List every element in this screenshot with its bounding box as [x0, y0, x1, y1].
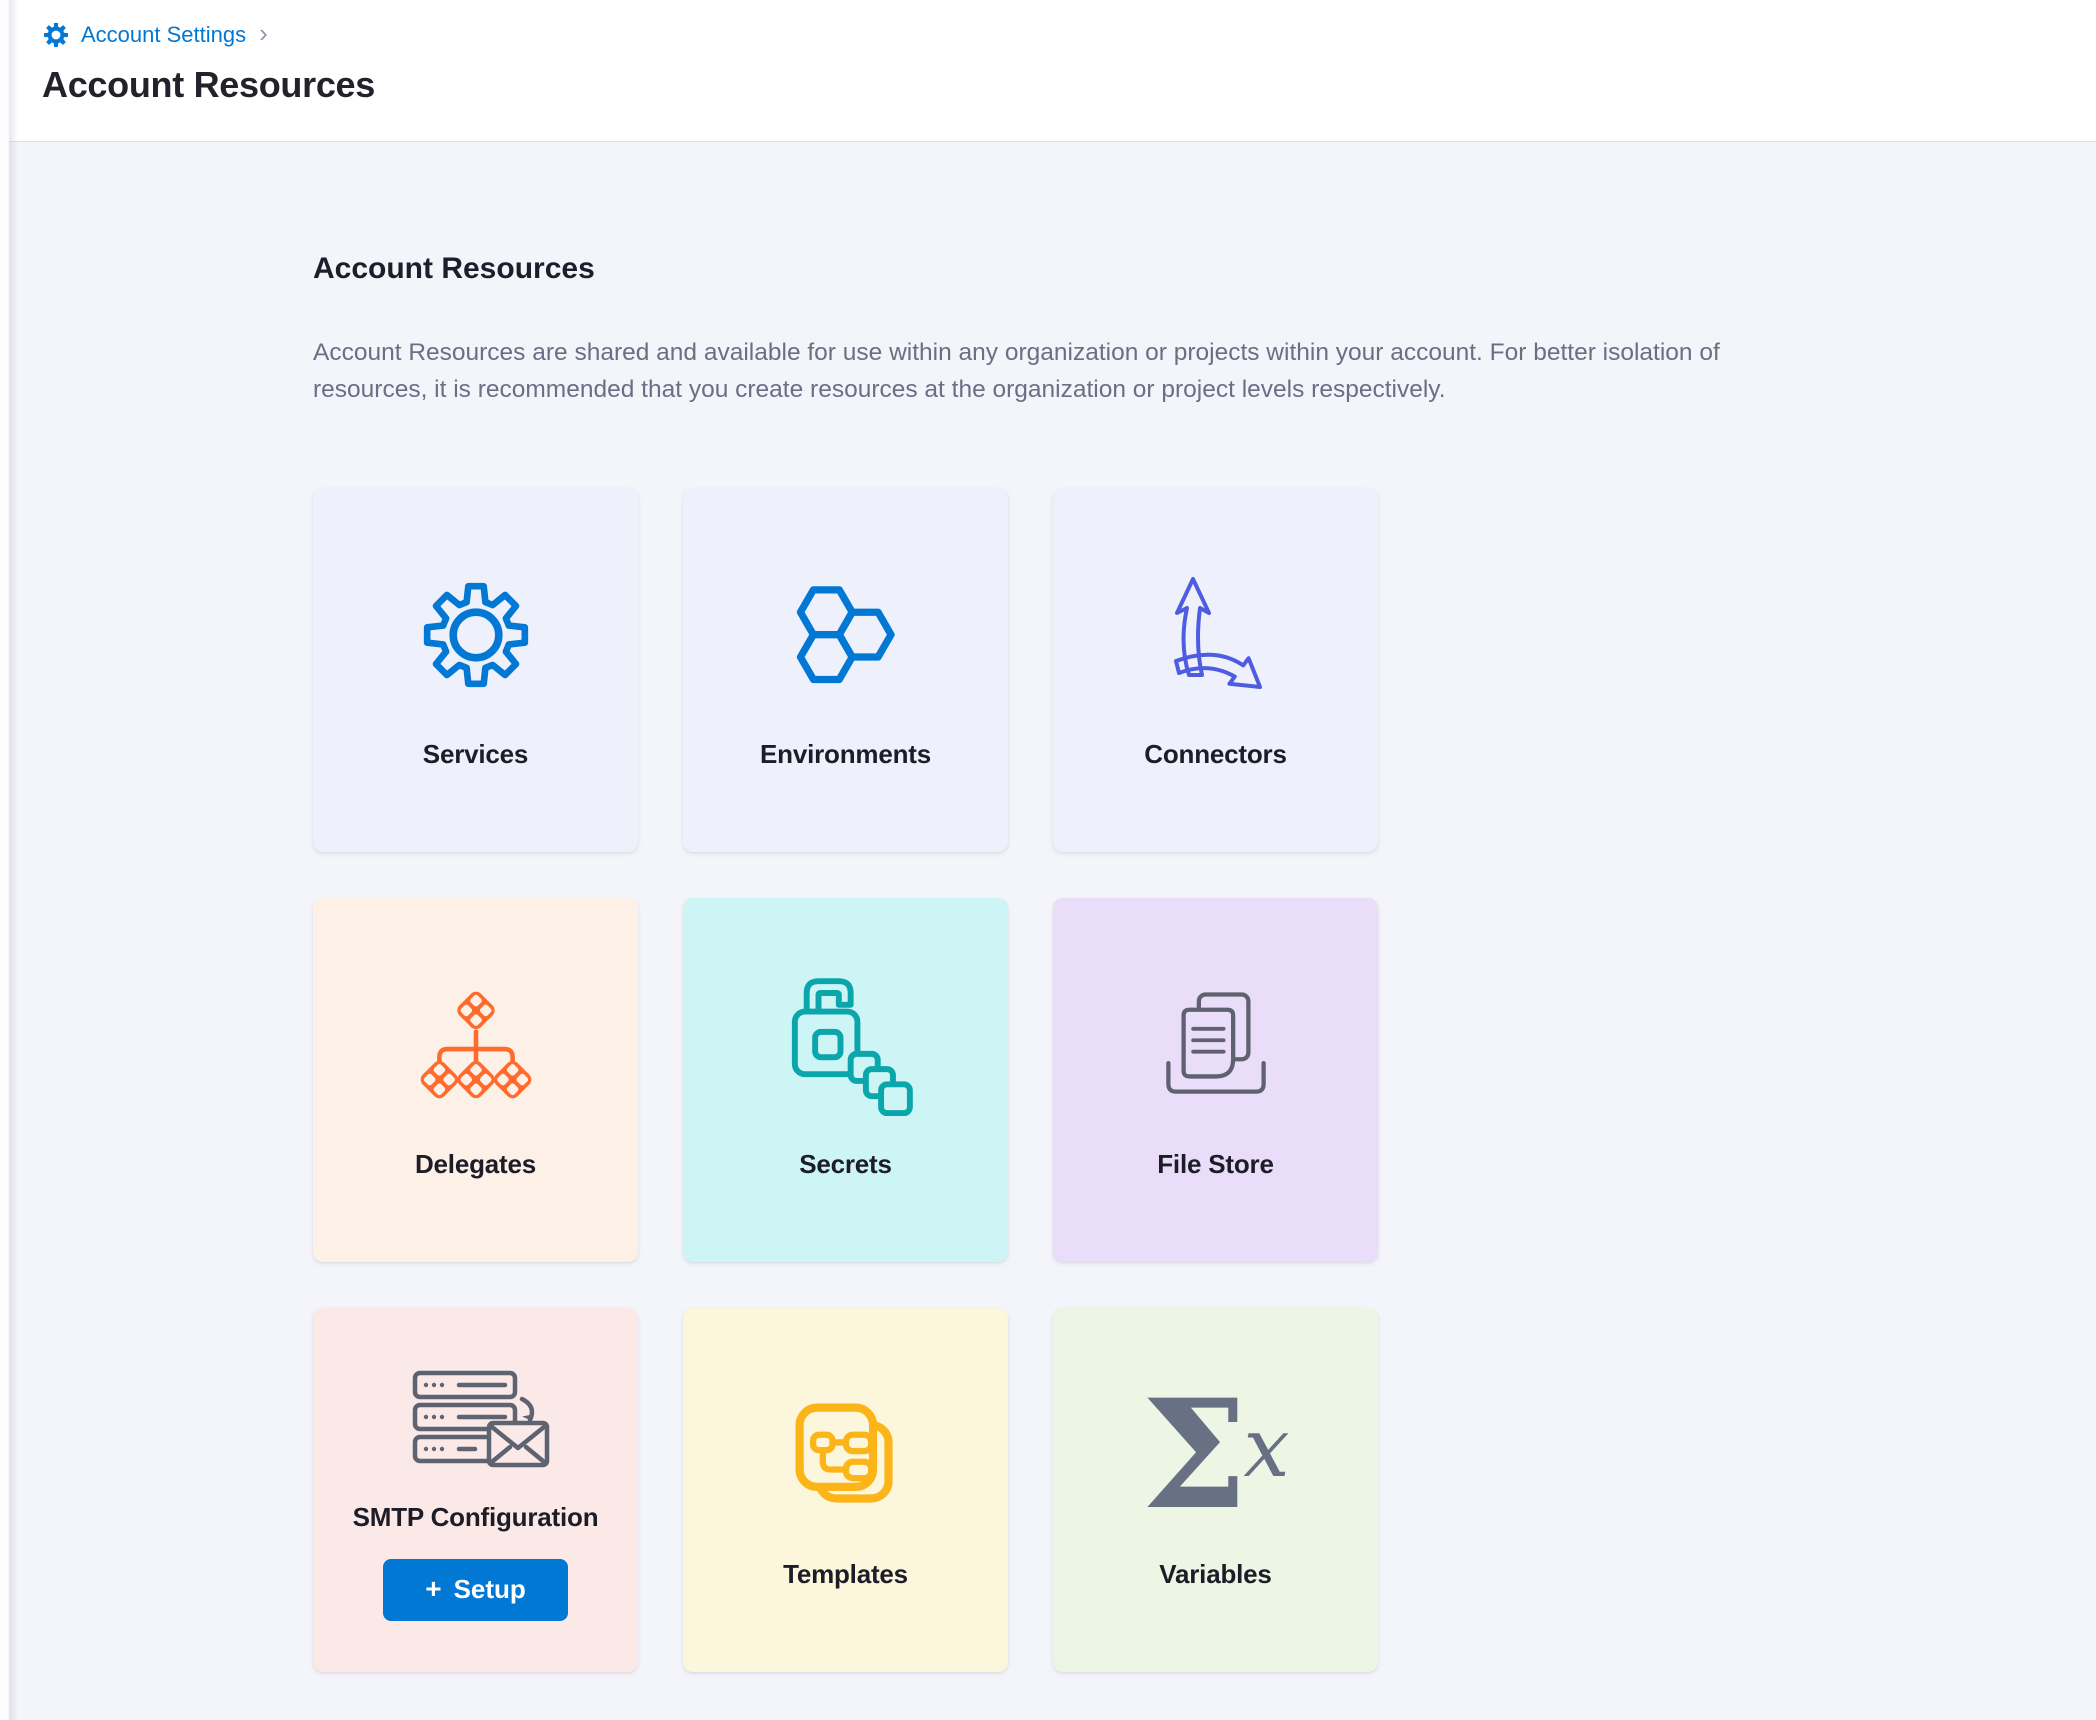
plus-icon: +	[425, 1573, 441, 1605]
main-content: Account Resources Account Resources are …	[0, 142, 2096, 1672]
page-title: Account Resources	[42, 64, 2096, 106]
card-label: SMTP Configuration	[353, 1502, 599, 1533]
breadcrumb-account-settings-link[interactable]: Account Settings	[42, 21, 246, 49]
section-description: Account Resources are shared and availab…	[313, 334, 1788, 408]
connectors-arrows-icon	[1156, 571, 1276, 699]
settings-gear-icon	[42, 21, 70, 49]
x-glyph: x	[1243, 1408, 1289, 1490]
card-label: Connectors	[1144, 739, 1286, 770]
section-heading: Account Resources	[313, 252, 2096, 286]
card-variables[interactable]: Σ x Variables	[1053, 1308, 1378, 1672]
breadcrumb: Account Settings ›	[42, 18, 2096, 52]
file-store-documents-icon	[1155, 981, 1277, 1109]
card-secrets[interactable]: Secrets	[683, 898, 1008, 1262]
smtp-servers-mail-icon	[401, 1360, 551, 1488]
card-label: Templates	[783, 1559, 908, 1590]
services-gear-icon	[419, 571, 533, 699]
card-label: Delegates	[415, 1149, 536, 1180]
card-delegates[interactable]: Delegates	[313, 898, 638, 1262]
card-label: Variables	[1159, 1559, 1271, 1590]
card-smtp-configuration[interactable]: SMTP Configuration + Setup	[313, 1308, 638, 1672]
card-environments[interactable]: Environments	[683, 488, 1008, 852]
chevron-right-icon: ›	[259, 18, 268, 49]
templates-stack-icon	[788, 1391, 904, 1519]
resource-card-grid: Services Environments Connectors	[313, 488, 2096, 1672]
card-label: Environments	[760, 739, 931, 770]
card-label: Secrets	[799, 1149, 892, 1180]
breadcrumb-label: Account Settings	[81, 22, 246, 48]
secrets-lock-icon	[776, 981, 916, 1109]
setup-button[interactable]: + Setup	[383, 1559, 568, 1621]
card-templates[interactable]: Templates	[683, 1308, 1008, 1672]
card-services[interactable]: Services	[313, 488, 638, 852]
sigma-glyph: Σ	[1141, 1380, 1247, 1530]
environments-hexagons-icon	[787, 571, 905, 699]
variables-sigma-icon: Σ x	[1141, 1391, 1289, 1519]
card-label: File Store	[1157, 1149, 1273, 1180]
card-filestore[interactable]: File Store	[1053, 898, 1378, 1262]
card-connectors[interactable]: Connectors	[1053, 488, 1378, 852]
page-header: Account Settings › Account Resources	[0, 0, 2096, 142]
setup-button-label: Setup	[454, 1574, 526, 1605]
delegates-tree-icon	[414, 981, 538, 1109]
card-label: Services	[423, 739, 528, 770]
